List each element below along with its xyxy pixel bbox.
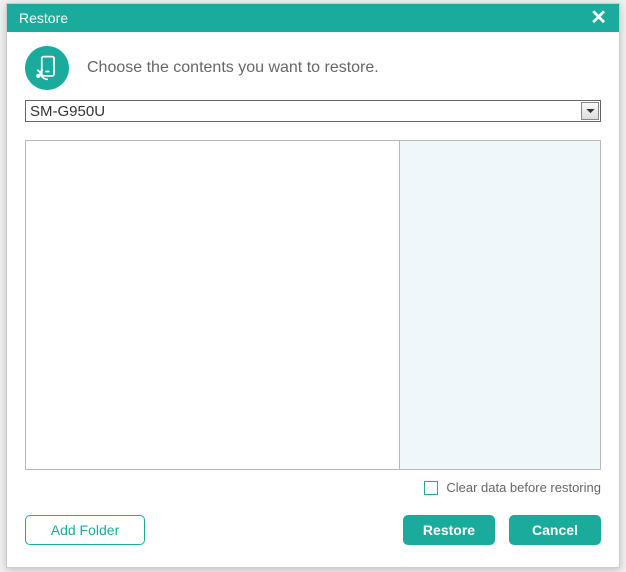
titlebar: Restore ✕ <box>7 4 619 32</box>
content-list-panel[interactable] <box>26 141 399 469</box>
content-preview-panel[interactable] <box>399 141 600 469</box>
close-icon[interactable]: ✕ <box>586 8 611 28</box>
device-dropdown[interactable]: SM-G950U <box>25 100 601 122</box>
chevron-down-icon[interactable] <box>581 102 599 120</box>
cancel-button[interactable]: Cancel <box>509 515 601 545</box>
clear-data-label: Clear data before restoring <box>446 480 601 495</box>
content-panels <box>25 140 601 470</box>
add-folder-button[interactable]: Add Folder <box>25 515 145 545</box>
restore-phone-icon <box>25 46 69 90</box>
dropdown-selected: SM-G950U <box>26 103 109 120</box>
header-instruction: Choose the contents you want to restore. <box>87 59 379 77</box>
restore-button[interactable]: Restore <box>403 515 495 545</box>
header-row: Choose the contents you want to restore. <box>7 32 619 100</box>
button-row: Add Folder Restore Cancel <box>7 495 619 559</box>
clear-data-row: Clear data before restoring <box>7 470 619 495</box>
clear-data-checkbox[interactable] <box>424 481 438 495</box>
title: Restore <box>19 10 68 26</box>
restore-dialog: Restore ✕ Choose the contents you want t… <box>6 3 620 568</box>
